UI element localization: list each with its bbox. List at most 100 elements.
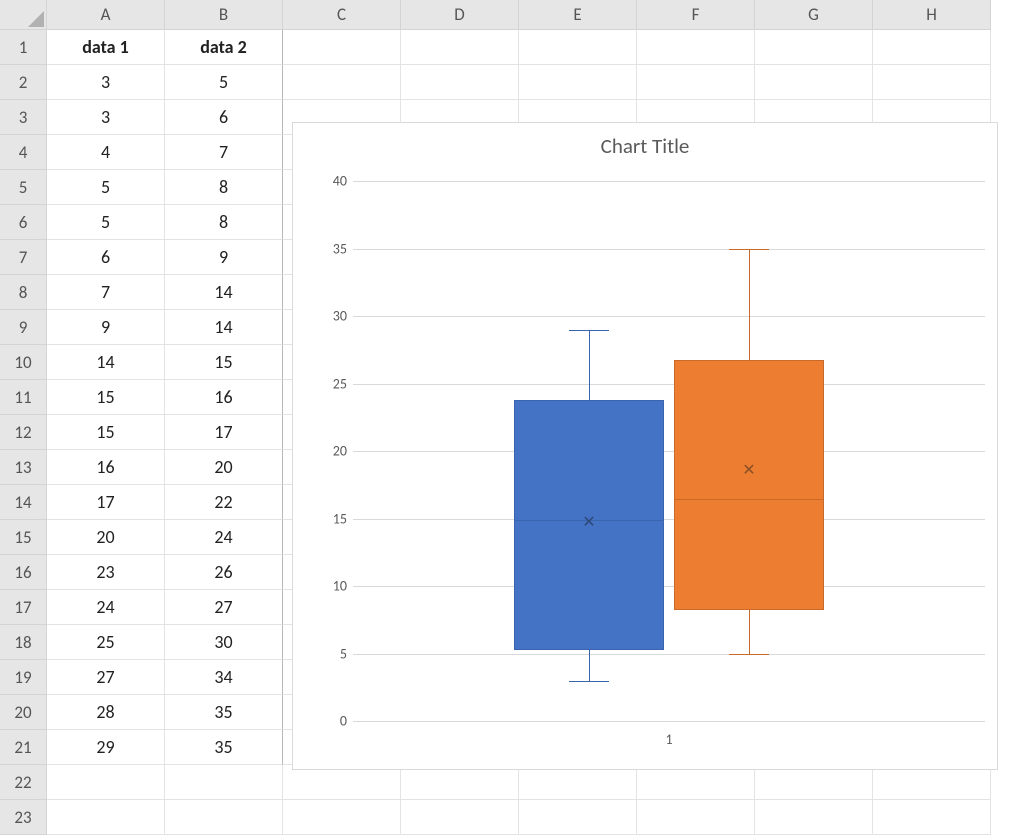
row-header-22[interactable]: 22 <box>0 765 47 800</box>
cell-G2[interactable] <box>755 65 873 100</box>
cell-B13[interactable]: 20 <box>165 450 283 485</box>
cell-H23[interactable] <box>873 800 991 835</box>
cell-A5[interactable]: 5 <box>47 170 165 205</box>
column-header-E[interactable]: E <box>519 0 637 30</box>
cell-A17[interactable]: 24 <box>47 590 165 625</box>
cell-F23[interactable] <box>637 800 755 835</box>
cell-A21[interactable]: 29 <box>47 730 165 765</box>
cell-A20[interactable]: 28 <box>47 695 165 730</box>
cell-B12[interactable]: 17 <box>165 415 283 450</box>
cell-A2[interactable]: 3 <box>47 65 165 100</box>
cell-A19[interactable]: 27 <box>47 660 165 695</box>
cell-A1[interactable]: data 1 <box>47 30 165 65</box>
cell-B11[interactable]: 16 <box>165 380 283 415</box>
cell-D1[interactable] <box>401 30 519 65</box>
cell-B5[interactable]: 8 <box>165 170 283 205</box>
cell-C1[interactable] <box>283 30 401 65</box>
cell-B9[interactable]: 14 <box>165 310 283 345</box>
cell-B20[interactable]: 35 <box>165 695 283 730</box>
cell-E22[interactable] <box>519 765 637 800</box>
cell-A10[interactable]: 14 <box>47 345 165 380</box>
row-header-6[interactable]: 6 <box>0 205 47 240</box>
column-header-G[interactable]: G <box>755 0 873 30</box>
row-header-21[interactable]: 21 <box>0 730 47 765</box>
row-header-1[interactable]: 1 <box>0 30 47 65</box>
row-header-2[interactable]: 2 <box>0 65 47 100</box>
chart-container[interactable]: Chart Title05101520253035401✕✕ <box>292 122 998 770</box>
cell-A6[interactable]: 5 <box>47 205 165 240</box>
cell-B1[interactable]: data 2 <box>165 30 283 65</box>
cell-B7[interactable]: 9 <box>165 240 283 275</box>
cell-B8[interactable]: 14 <box>165 275 283 310</box>
cell-A3[interactable]: 3 <box>47 100 165 135</box>
cell-A4[interactable]: 4 <box>47 135 165 170</box>
row-header-13[interactable]: 13 <box>0 450 47 485</box>
cell-B21[interactable]: 35 <box>165 730 283 765</box>
cell-D22[interactable] <box>401 765 519 800</box>
column-header-C[interactable]: C <box>283 0 401 30</box>
cell-E23[interactable] <box>519 800 637 835</box>
column-header-A[interactable]: A <box>47 0 165 30</box>
row-header-4[interactable]: 4 <box>0 135 47 170</box>
row-header-23[interactable]: 23 <box>0 800 47 835</box>
cell-A18[interactable]: 25 <box>47 625 165 660</box>
cell-B4[interactable]: 7 <box>165 135 283 170</box>
row-header-5[interactable]: 5 <box>0 170 47 205</box>
cell-H1[interactable] <box>873 30 991 65</box>
row-header-3[interactable]: 3 <box>0 100 47 135</box>
cell-A11[interactable]: 15 <box>47 380 165 415</box>
cell-B18[interactable]: 30 <box>165 625 283 660</box>
column-header-F[interactable]: F <box>637 0 755 30</box>
cell-B23[interactable] <box>165 800 283 835</box>
cell-E1[interactable] <box>519 30 637 65</box>
cell-A7[interactable]: 6 <box>47 240 165 275</box>
column-header-D[interactable]: D <box>401 0 519 30</box>
cell-A14[interactable]: 17 <box>47 485 165 520</box>
row-header-8[interactable]: 8 <box>0 275 47 310</box>
cell-A9[interactable]: 9 <box>47 310 165 345</box>
cell-B15[interactable]: 24 <box>165 520 283 555</box>
cell-F2[interactable] <box>637 65 755 100</box>
cell-A16[interactable]: 23 <box>47 555 165 590</box>
cell-B22[interactable] <box>165 765 283 800</box>
row-header-15[interactable]: 15 <box>0 520 47 555</box>
cell-A13[interactable]: 16 <box>47 450 165 485</box>
row-header-11[interactable]: 11 <box>0 380 47 415</box>
row-header-19[interactable]: 19 <box>0 660 47 695</box>
cell-A22[interactable] <box>47 765 165 800</box>
cell-F1[interactable] <box>637 30 755 65</box>
cell-C22[interactable] <box>283 765 401 800</box>
row-header-10[interactable]: 10 <box>0 345 47 380</box>
cell-D2[interactable] <box>401 65 519 100</box>
row-header-7[interactable]: 7 <box>0 240 47 275</box>
cell-A15[interactable]: 20 <box>47 520 165 555</box>
cell-B2[interactable]: 5 <box>165 65 283 100</box>
cell-G1[interactable] <box>755 30 873 65</box>
cell-C2[interactable] <box>283 65 401 100</box>
row-header-17[interactable]: 17 <box>0 590 47 625</box>
row-header-16[interactable]: 16 <box>0 555 47 590</box>
select-all-corner[interactable] <box>0 0 47 30</box>
column-header-B[interactable]: B <box>165 0 283 30</box>
row-header-20[interactable]: 20 <box>0 695 47 730</box>
cell-E2[interactable] <box>519 65 637 100</box>
cell-A8[interactable]: 7 <box>47 275 165 310</box>
spreadsheet-grid[interactable]: ABCDEFGH12345678910111213141516171819202… <box>0 0 1024 835</box>
row-header-9[interactable]: 9 <box>0 310 47 345</box>
cell-A23[interactable] <box>47 800 165 835</box>
cell-B19[interactable]: 34 <box>165 660 283 695</box>
cell-H22[interactable] <box>873 765 991 800</box>
cell-B6[interactable]: 8 <box>165 205 283 240</box>
cell-D23[interactable] <box>401 800 519 835</box>
cell-G22[interactable] <box>755 765 873 800</box>
column-header-H[interactable]: H <box>873 0 991 30</box>
row-header-14[interactable]: 14 <box>0 485 47 520</box>
cell-B14[interactable]: 22 <box>165 485 283 520</box>
cell-B16[interactable]: 26 <box>165 555 283 590</box>
row-header-18[interactable]: 18 <box>0 625 47 660</box>
cell-H2[interactable] <box>873 65 991 100</box>
cell-B17[interactable]: 27 <box>165 590 283 625</box>
cell-B10[interactable]: 15 <box>165 345 283 380</box>
cell-A12[interactable]: 15 <box>47 415 165 450</box>
cell-G23[interactable] <box>755 800 873 835</box>
